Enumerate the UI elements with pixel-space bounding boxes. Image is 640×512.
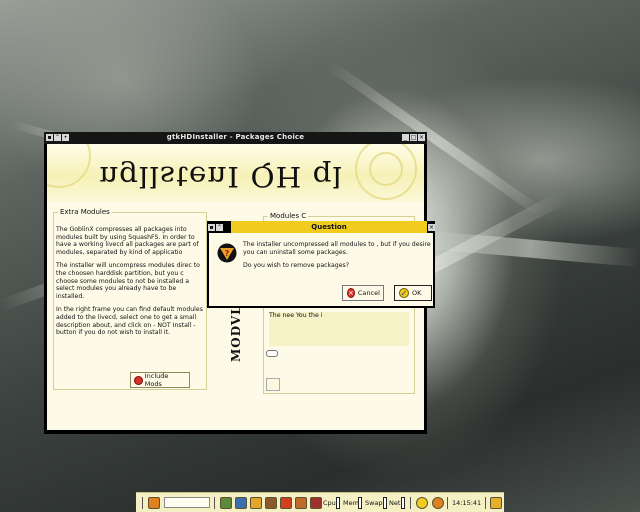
extra-modules-description: The GoblinX compresses all packages into… bbox=[56, 226, 206, 343]
not-install-button[interactable] bbox=[266, 378, 280, 391]
installer-titlebar[interactable]: ▪ ⌃ • gtkHDInstaller - Packages Choice _… bbox=[44, 132, 427, 144]
browser-launcher-icon[interactable] bbox=[235, 497, 247, 509]
installer-task-icon[interactable] bbox=[416, 497, 428, 509]
side-vertical-label: MODVL bbox=[229, 305, 243, 362]
question-dialog: ▪ ⌃ Question × ? The installer uncompres… bbox=[207, 221, 435, 308]
panel-separator bbox=[447, 497, 451, 509]
swap-label: Swap bbox=[365, 499, 383, 507]
cancel-button[interactable]: × Cancel bbox=[342, 285, 384, 301]
module-description-text: The nee You the i bbox=[269, 312, 409, 346]
media-launcher-icon[interactable] bbox=[295, 497, 307, 509]
installer-title: gtkHDInstaller - Packages Choice bbox=[166, 133, 305, 141]
ok-check-icon: ✓ bbox=[399, 288, 409, 298]
main-menu-icon[interactable] bbox=[148, 497, 160, 509]
banner-logo-text: ngllstenI QH ql bbox=[99, 160, 344, 193]
swap-meter bbox=[383, 497, 387, 509]
description-paragraph: In the right frame you can find default … bbox=[56, 306, 203, 337]
include-icon bbox=[134, 375, 143, 385]
close-icon[interactable]: × bbox=[428, 224, 435, 231]
banner-circle-decoration bbox=[47, 144, 91, 188]
clock: 14:15:41 bbox=[452, 499, 482, 507]
run-command-input[interactable] bbox=[164, 497, 210, 508]
include-mods-label: Include Mods bbox=[144, 372, 169, 388]
window-menu-icon[interactable]: ▪ bbox=[208, 224, 215, 231]
modules-frame-label: Modules C bbox=[268, 212, 309, 220]
question-task-icon[interactable] bbox=[432, 497, 444, 509]
net-meter bbox=[401, 497, 405, 509]
file-manager-launcher-icon[interactable] bbox=[250, 497, 262, 509]
radio-toggle[interactable] bbox=[266, 350, 278, 357]
tools-launcher-icon[interactable] bbox=[310, 497, 322, 509]
editor-launcher-icon[interactable] bbox=[265, 497, 277, 509]
question-message-line2: Do you wish to remove packages? bbox=[243, 262, 350, 270]
net-label: Net bbox=[389, 499, 401, 507]
cancel-icon: × bbox=[347, 288, 355, 298]
question-message-line1: The installer uncompressed all modules t… bbox=[243, 241, 431, 256]
mem-label: Mem bbox=[343, 499, 359, 507]
tray-icon[interactable] bbox=[490, 497, 502, 509]
settings-launcher-icon[interactable] bbox=[280, 497, 292, 509]
question-message: The installer uncompressed all modules t… bbox=[243, 241, 431, 270]
maximize-icon[interactable]: □ bbox=[410, 134, 417, 141]
cpu-label: Cpu bbox=[323, 499, 336, 507]
question-warning-icon: ? bbox=[217, 243, 237, 263]
description-paragraph: The installer will uncompress modules di… bbox=[56, 262, 200, 300]
extra-modules-label: Extra Modules bbox=[58, 208, 112, 216]
ok-button[interactable]: ✓ OK bbox=[394, 285, 432, 301]
cpu-meter bbox=[336, 497, 340, 509]
description-paragraph: The GoblinX compresses all packages into… bbox=[56, 226, 199, 256]
shade-icon[interactable]: ⌃ bbox=[216, 224, 223, 231]
panel-separator bbox=[485, 497, 489, 509]
installer-banner: ngllstenI QH ql bbox=[47, 144, 424, 202]
mem-meter bbox=[358, 497, 362, 509]
include-mods-button[interactable]: Include Mods bbox=[130, 372, 190, 388]
terminal-launcher-icon[interactable] bbox=[220, 497, 232, 509]
ok-label: OK bbox=[412, 289, 422, 297]
panel-separator bbox=[214, 497, 218, 509]
question-content: ? The installer uncompressed all modules… bbox=[209, 233, 433, 306]
question-title: Question bbox=[311, 223, 347, 231]
banner-circle-decoration bbox=[369, 152, 403, 186]
svg-text:?: ? bbox=[225, 249, 230, 258]
cancel-label: Cancel bbox=[357, 289, 380, 297]
question-titlebar[interactable]: Question bbox=[231, 221, 427, 233]
close-icon[interactable]: × bbox=[418, 134, 425, 141]
panel-handle[interactable] bbox=[142, 497, 146, 509]
panel-separator bbox=[410, 497, 414, 509]
minimize-icon[interactable]: _ bbox=[402, 134, 409, 141]
bottom-panel: Cpu Mem Swap Net 14:15:41 bbox=[136, 492, 504, 512]
